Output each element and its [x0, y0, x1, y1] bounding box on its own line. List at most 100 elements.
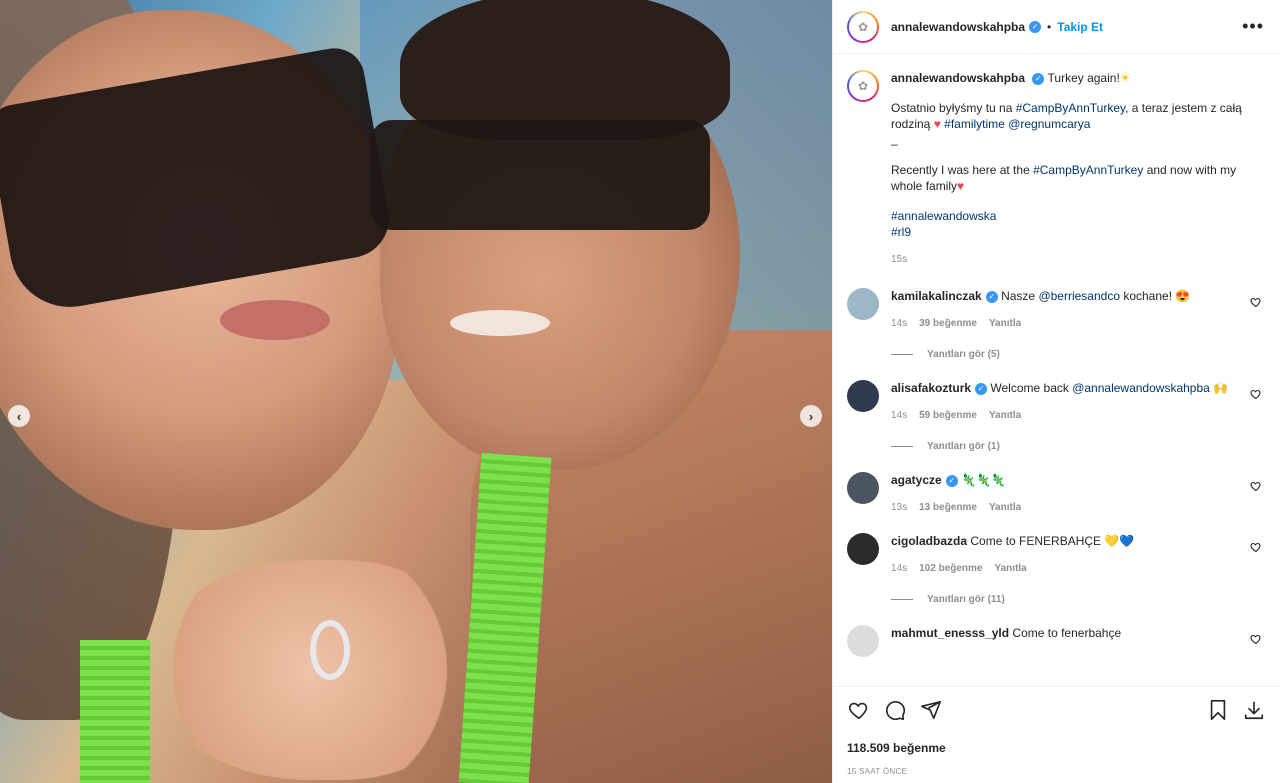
hashtag-link[interactable]: #rl9	[891, 225, 911, 239]
caption-body: annalewandowskahpba ✓ Turkey again!☀ Ost…	[891, 70, 1266, 268]
comment-text: 💛💙	[1104, 534, 1135, 548]
red-heart-icon: ♥	[957, 179, 965, 193]
mention-link[interactable]: @berriesandco	[1038, 289, 1120, 303]
action-bar: 118.509 beğenme 15 SAAT ÖNCE	[833, 686, 1280, 783]
caption-text: Ostatnio byłyśmy tu na	[891, 101, 1016, 115]
comment-like-icon[interactable]	[1250, 480, 1262, 495]
commenter-username[interactable]: mahmut_enesss_yld	[891, 626, 1009, 640]
caption-avatar[interactable]: ✿	[847, 70, 879, 102]
verified-icon: ✓	[975, 382, 988, 395]
hashtag-link[interactable]: #CampByAnnTurkey	[1033, 163, 1143, 177]
comment-likes[interactable]: 102 beğenme	[919, 563, 982, 574]
comment-body: kamilakalinczak ✓ Nasze @berriesandco koc…	[891, 288, 1251, 360]
likes-count[interactable]: 118.509 beğenme	[847, 741, 1266, 755]
chevron-left-icon: ‹	[16, 408, 22, 424]
comment-icon[interactable]	[883, 698, 907, 722]
comment-text: Nasze	[1001, 289, 1039, 303]
comment-time: 14s	[891, 563, 908, 574]
mention-link[interactable]: @regnumcarya	[1008, 117, 1090, 131]
commenter-avatar[interactable]	[847, 380, 879, 412]
caption-title: Turkey again!	[1047, 71, 1120, 85]
commenter-avatar[interactable]	[847, 533, 879, 565]
comment-item: mahmut_enesss_yld Come to fenerbahçe	[847, 625, 1266, 657]
bookmark-icon[interactable]	[1206, 698, 1230, 722]
post-side-panel: ✿ annalewandowskahpba ✓ • Takip Et ••• ✿…	[832, 0, 1280, 783]
verified-icon: ✓	[985, 290, 998, 303]
sun-icon: ☀	[1119, 71, 1131, 85]
post-age: 15 SAAT ÖNCE	[847, 767, 908, 776]
comment-time: 14s	[891, 318, 908, 329]
comment-text: Come to fenerbahçe	[1012, 626, 1122, 640]
commenter-username[interactable]: agatycze	[891, 473, 942, 487]
photo-lips	[220, 300, 330, 340]
avatar-image: ✿	[849, 12, 877, 41]
photo-hand	[150, 560, 470, 780]
photo-green-top-left	[80, 640, 150, 783]
reply-button[interactable]: Yanıtla	[989, 502, 1021, 513]
verified-icon: ✓	[945, 474, 958, 487]
mention-link[interactable]: @annalewandowskahpba	[1072, 381, 1210, 395]
comment-body: agatycze ✓ 🦎🦎🦎 13s 13 beğenme Yanıtla	[891, 472, 1251, 513]
comment-time: 13s	[891, 502, 908, 513]
comment-like-icon[interactable]	[1250, 541, 1262, 556]
comment-like-icon[interactable]	[1250, 296, 1262, 311]
next-photo-button[interactable]: ›	[800, 405, 822, 427]
comment-time: 14s	[891, 410, 908, 421]
prev-photo-button[interactable]: ‹	[8, 405, 30, 427]
more-options-icon[interactable]: •••	[1242, 16, 1264, 37]
verified-icon: ✓	[1029, 20, 1042, 33]
hashtag-link[interactable]: #familytime	[944, 117, 1005, 131]
view-replies-label: Yanıtları gör (5)	[927, 349, 1000, 360]
commenter-avatar[interactable]	[847, 472, 879, 504]
share-icon[interactable]	[919, 698, 943, 722]
photo-hair-man	[400, 0, 730, 140]
comment-item: alisafakozturk ✓ Welcome back @annalewand…	[847, 380, 1266, 452]
avatar-image: ✿	[849, 72, 877, 100]
chevron-right-icon: ›	[808, 408, 814, 424]
comment-text: 🦎🦎🦎	[961, 473, 1006, 487]
comment-meta: 14s 39 beğenme Yanıtla	[891, 318, 1251, 329]
post-photo	[0, 0, 832, 783]
comments-scroll[interactable]: ✿ annalewandowskahpba ✓ Turkey again!☀ O…	[833, 54, 1280, 686]
comment-text: 🙌	[1209, 381, 1229, 395]
view-replies-button[interactable]: Yanıtları gör (11)	[891, 594, 1251, 605]
caption-text: Recently I was here at the	[891, 163, 1034, 177]
comment-likes[interactable]: 13 beğenme	[919, 502, 977, 513]
view-replies-button[interactable]: Yanıtları gör (1)	[891, 441, 1251, 452]
comment-item: cigoladbazda Come to FENERBAHÇE 💛💙 14s 102…	[847, 533, 1266, 605]
reply-button[interactable]: Yanıtla	[989, 410, 1021, 421]
red-heart-icon: ♥	[933, 117, 941, 131]
commenter-avatar[interactable]	[847, 625, 879, 657]
comment-likes[interactable]: 59 beğenme	[919, 410, 977, 421]
comment-meta: 14s 102 beğenme Yanıtla	[891, 563, 1251, 574]
follow-button[interactable]: Takip Et	[1057, 20, 1103, 34]
comment-item: agatycze ✓ 🦎🦎🦎 13s 13 beğenme Yanıtla	[847, 472, 1266, 513]
heart-icon[interactable]	[847, 698, 871, 722]
caption-time: 15s	[891, 254, 908, 265]
caption-dash: –	[891, 137, 898, 151]
commenter-avatar[interactable]	[847, 288, 879, 320]
reply-button[interactable]: Yanıtla	[995, 563, 1027, 574]
commenter-username[interactable]: alisafakozturk	[891, 381, 971, 395]
download-icon[interactable]	[1242, 698, 1266, 722]
hashtag-link[interactable]: #CampByAnnTurkey	[1016, 101, 1125, 115]
hashtag-link[interactable]: #annalewandowska	[891, 209, 996, 223]
author-avatar[interactable]: ✿	[847, 10, 879, 43]
commenter-username[interactable]: cigoladbazda	[891, 534, 967, 548]
reply-button[interactable]: Yanıtla	[989, 318, 1021, 329]
view-replies-button[interactable]: Yanıtları gör (5)	[891, 349, 1251, 360]
view-replies-label: Yanıtları gör (1)	[927, 441, 1000, 452]
commenter-username[interactable]: kamilakalinczak	[891, 289, 982, 303]
photo-smile	[450, 310, 550, 336]
comment-like-icon[interactable]	[1250, 388, 1262, 403]
comment-meta: 13s 13 beğenme Yanıtla	[891, 502, 1251, 513]
comment-meta: 14s 59 beğenme Yanıtla	[891, 410, 1251, 421]
comment-like-icon[interactable]	[1250, 633, 1262, 648]
comment-text: Welcome back	[990, 381, 1073, 395]
caption: ✿ annalewandowskahpba ✓ Turkey again!☀ O…	[847, 70, 1266, 268]
comments-list: kamilakalinczak ✓ Nasze @berriesandco koc…	[847, 288, 1266, 657]
comment-text: kochane! 😍	[1120, 289, 1191, 303]
comment-likes[interactable]: 39 beğenme	[919, 318, 977, 329]
author-username[interactable]: annalewandowskahpba	[891, 20, 1025, 34]
caption-username[interactable]: annalewandowskahpba	[891, 71, 1025, 85]
